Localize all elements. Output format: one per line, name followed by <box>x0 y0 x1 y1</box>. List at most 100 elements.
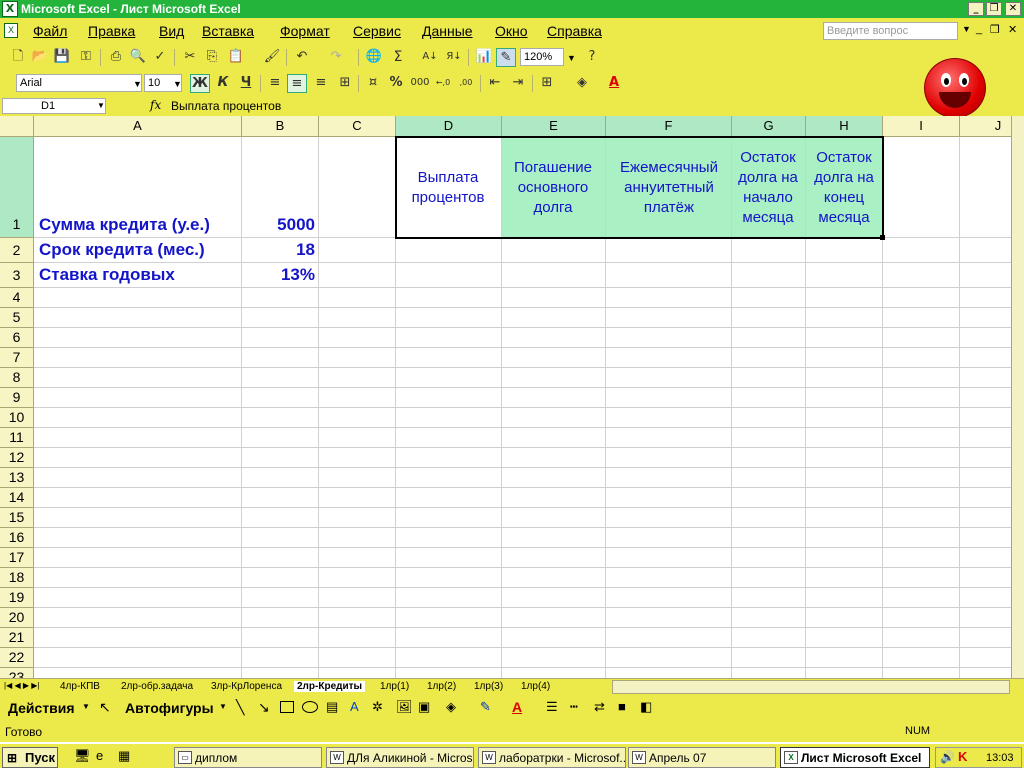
new-icon[interactable]: 🗋 <box>8 48 28 67</box>
sheet-tab[interactable]: 3лр-КрЛоренса <box>211 681 282 692</box>
select-objects-icon[interactable]: ↖ <box>99 699 111 716</box>
currency-icon[interactable]: ¤ <box>363 74 383 93</box>
minimize-button[interactable]: _ <box>968 2 984 16</box>
align-left-icon[interactable]: ≡ <box>265 74 285 93</box>
save-icon[interactable]: 💾 <box>52 48 72 67</box>
arrow-icon[interactable]: ↘ <box>258 699 270 716</box>
drawing-toggle-icon[interactable]: ✎ <box>496 48 516 67</box>
tab-first-icon[interactable]: |◀ ◀ ▶ ▶| <box>4 681 39 690</box>
col-header-c[interactable]: C <box>319 116 396 137</box>
line-style-icon[interactable]: ☰ <box>546 699 558 715</box>
percent-button[interactable]: % <box>386 74 406 93</box>
row-header-14[interactable]: 14 <box>0 488 34 508</box>
line-color-icon[interactable]: ✎ <box>480 699 491 715</box>
borders-icon[interactable]: ⊞ <box>537 74 557 93</box>
zoom-dropdown-icon[interactable]: ▼ <box>567 53 576 63</box>
arrow-style-icon[interactable]: ⇄ <box>594 699 605 715</box>
doc-close-button[interactable]: ✕ <box>1008 23 1017 36</box>
sheet-tab[interactable]: 1лр(2) <box>427 681 456 692</box>
row-header-9[interactable]: 9 <box>0 388 34 408</box>
hyperlink-icon[interactable]: 🌐 <box>364 48 384 67</box>
textbox-icon[interactable]: ▤ <box>326 699 338 715</box>
col-header-a[interactable]: A <box>34 116 242 137</box>
cell-b2[interactable]: 18 <box>242 240 315 260</box>
line-icon[interactable]: ╲ <box>236 699 244 716</box>
row-header-6[interactable]: 6 <box>0 328 34 348</box>
fx-icon[interactable]: fx <box>150 98 161 112</box>
sheet-tab[interactable]: 4лр-КПВ <box>60 681 100 692</box>
decrease-indent-icon[interactable]: ⇤ <box>485 74 505 93</box>
horizontal-scrollbar[interactable] <box>612 680 1010 694</box>
decrease-decimal-button[interactable]: ,00 <box>456 74 476 93</box>
sheet-tab[interactable]: 2лр-обр.задача <box>121 681 193 692</box>
col-header-e[interactable]: E <box>502 116 606 137</box>
row-header-15[interactable]: 15 <box>0 508 34 528</box>
row-header-12[interactable]: 12 <box>0 448 34 468</box>
ask-question-input[interactable]: Введите вопрос <box>823 22 958 40</box>
sort-desc-icon[interactable]: Я↓ <box>444 48 464 67</box>
menu-data[interactable]: Данные <box>422 23 473 39</box>
row-header-21[interactable]: 21 <box>0 628 34 648</box>
close-button[interactable]: ✕ <box>1005 2 1021 16</box>
workbook-icon[interactable]: X <box>4 23 18 38</box>
sheet-tab[interactable]: 1лр(4) <box>521 681 550 692</box>
menu-edit[interactable]: Правка <box>88 23 135 39</box>
select-all-corner[interactable] <box>0 116 34 137</box>
font-color-draw-icon[interactable]: A <box>512 699 522 715</box>
task-diploma[interactable]: ▭ диплом <box>174 747 322 768</box>
restore-button[interactable]: ❐ <box>986 2 1002 16</box>
shadow-icon[interactable]: ■ <box>618 699 626 714</box>
row-header-18[interactable]: 18 <box>0 568 34 588</box>
spreadsheet-grid[interactable]: A B C D E F G H I J 1 2 3 4 5 6 7 8 9 10… <box>0 116 1011 678</box>
zoom-select[interactable]: 120% <box>520 48 564 66</box>
cell-a3[interactable]: Ставка годовых <box>39 265 175 285</box>
bold-button[interactable]: Ж <box>190 74 210 93</box>
picture-icon[interactable]: ▣ <box>418 699 430 715</box>
col-header-h[interactable]: H <box>806 116 883 137</box>
quicklaunch-icon[interactable]: ▦ <box>118 748 130 764</box>
row-header-5[interactable]: 5 <box>0 308 34 328</box>
diagram-icon[interactable]: ✲ <box>372 699 383 715</box>
increase-indent-icon[interactable]: ⇥ <box>508 74 528 93</box>
oval-icon[interactable] <box>302 701 318 713</box>
row-header-10[interactable]: 10 <box>0 408 34 428</box>
paste-icon[interactable]: 📋 <box>226 48 246 67</box>
task-word-2[interactable]: W лаборатрки - Microsof... <box>478 747 626 768</box>
doc-minimize-button[interactable]: _ <box>976 23 982 35</box>
col-header-j[interactable]: J <box>960 116 1011 137</box>
permission-icon[interactable]: ⚿ <box>76 48 96 67</box>
help-icon[interactable]: ? <box>582 48 602 67</box>
undo-icon[interactable]: ↶ <box>292 48 312 67</box>
ask-dropdown-icon[interactable]: ▼ <box>962 24 971 34</box>
cut-icon[interactable]: ✂ <box>180 48 200 67</box>
start-button[interactable]: ⊞ Пуск <box>2 747 58 768</box>
sheet-tab[interactable]: 1лр(3) <box>474 681 503 692</box>
actions-dropdown-icon[interactable]: ▼ <box>82 702 90 711</box>
3d-icon[interactable]: ◧ <box>640 699 652 715</box>
menu-format[interactable]: Формат <box>280 23 330 39</box>
task-word-1[interactable]: W ДЛя Аликиной - Micros... <box>326 747 474 768</box>
col-header-f[interactable]: F <box>606 116 732 137</box>
dash-style-icon[interactable]: ┅ <box>570 699 578 715</box>
name-box-dropdown-icon[interactable]: ▼ <box>97 101 105 110</box>
menu-file[interactable]: Файл <box>33 23 67 39</box>
rectangle-icon[interactable] <box>280 701 294 713</box>
align-center-icon[interactable]: ≡ <box>287 74 307 93</box>
speaker-icon[interactable]: 🔊 <box>940 750 955 764</box>
fill-color-icon[interactable]: ◈ <box>572 74 592 93</box>
font-dropdown-icon[interactable]: ▼ <box>133 79 142 89</box>
wordart-icon[interactable]: A <box>350 699 359 714</box>
menu-insert[interactable]: Вставка <box>202 23 254 39</box>
row-header-7[interactable]: 7 <box>0 348 34 368</box>
col-header-b[interactable]: B <box>242 116 319 137</box>
clipart-icon[interactable]: 🖼 <box>396 699 413 715</box>
cell-b3[interactable]: 13% <box>242 265 315 285</box>
autoshapes-menu[interactable]: Автофигуры <box>125 700 214 716</box>
fill-color-draw-icon[interactable]: ◈ <box>446 699 456 715</box>
menu-window[interactable]: Окно <box>495 23 528 39</box>
sheet-tab[interactable]: 1лр(1) <box>380 681 409 692</box>
cell-a2[interactable]: Срок кредита (мес.) <box>39 240 205 260</box>
print-icon[interactable]: ⎙ <box>106 48 126 67</box>
col-header-g[interactable]: G <box>732 116 806 137</box>
redo-icon[interactable]: ↷ <box>326 48 346 67</box>
